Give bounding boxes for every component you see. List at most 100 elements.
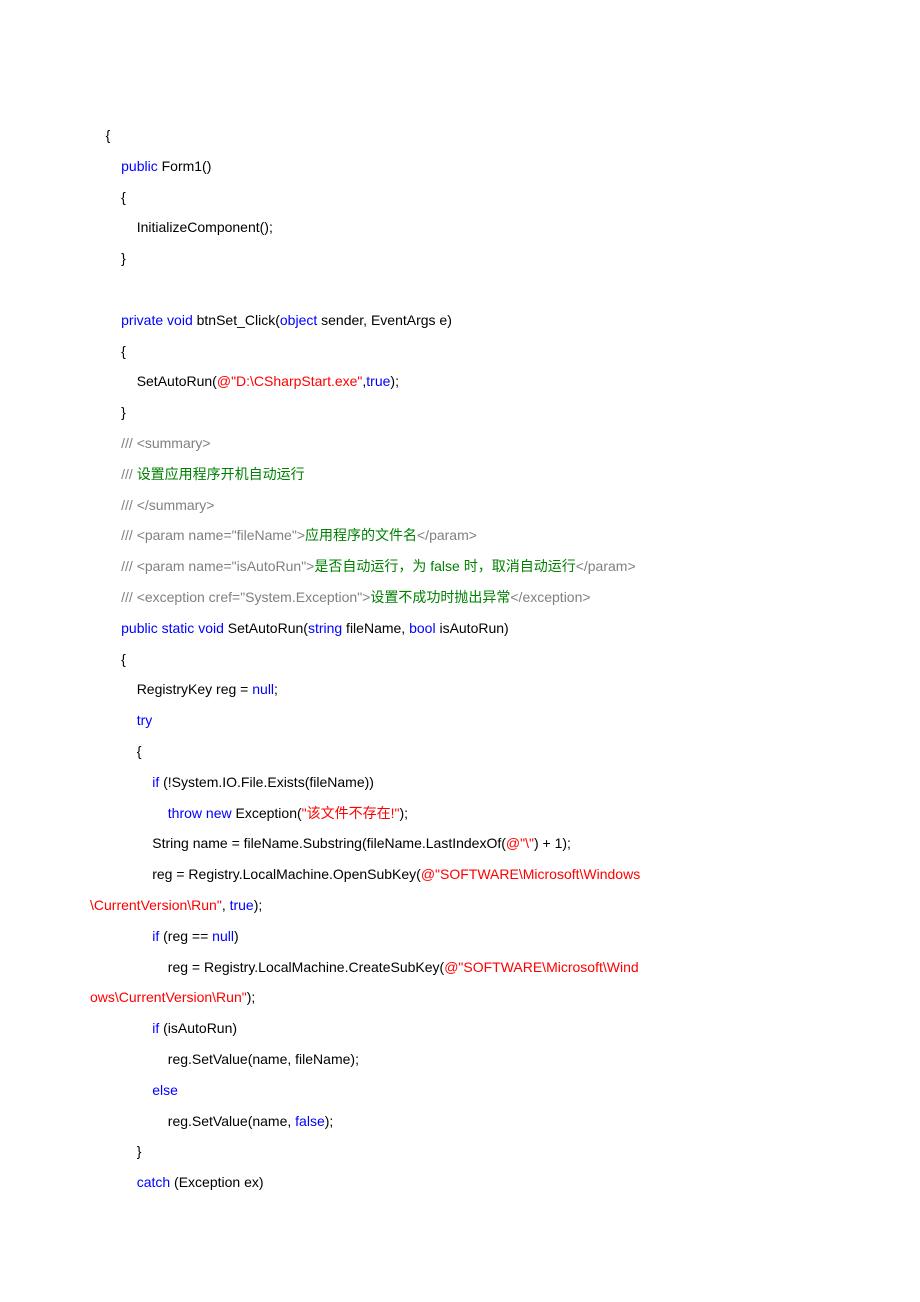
code-token: <param name="fileName"> bbox=[137, 527, 305, 543]
code-token: ) bbox=[234, 928, 239, 944]
code-token: void bbox=[198, 620, 224, 636]
code-token: else bbox=[152, 1082, 178, 1098]
code-token: /// bbox=[121, 435, 137, 451]
code-block: { public Form1() { InitializeComponent()… bbox=[90, 120, 830, 1198]
code-token: /// bbox=[121, 558, 137, 574]
code-token: <exception cref="System.Exception"> bbox=[137, 589, 371, 605]
code-token: </exception> bbox=[510, 589, 590, 605]
code-token: } bbox=[121, 250, 126, 266]
code-token: ) + 1); bbox=[534, 835, 571, 851]
code-line bbox=[90, 274, 830, 305]
code-token: public bbox=[121, 620, 158, 636]
code-token: { bbox=[121, 651, 126, 667]
code-token: RegistryKey reg = bbox=[137, 681, 253, 697]
code-token: \CurrentVersion\Run" bbox=[90, 897, 222, 913]
code-token: /// bbox=[121, 527, 137, 543]
code-token: </param> bbox=[417, 527, 477, 543]
code-token: reg.SetValue(name, fileName); bbox=[168, 1051, 359, 1067]
code-line: if (!System.IO.File.Exists(fileName)) bbox=[90, 767, 830, 798]
code-token: new bbox=[206, 805, 232, 821]
code-token: reg = Registry.LocalMachine.OpenSubKey( bbox=[152, 866, 421, 882]
code-token: static bbox=[162, 620, 195, 636]
code-token: private bbox=[121, 312, 163, 328]
code-line: } bbox=[90, 397, 830, 428]
code-token: SetAutoRun( bbox=[224, 620, 308, 636]
code-line: /// </summary> bbox=[90, 490, 830, 521]
code-token: true bbox=[366, 373, 390, 389]
code-token: string bbox=[308, 620, 342, 636]
code-line: public Form1() bbox=[90, 151, 830, 182]
code-token: btnSet_Click( bbox=[193, 312, 280, 328]
code-token: ); bbox=[247, 989, 256, 1005]
code-token: @"SOFTWARE\Microsoft\Wind bbox=[444, 959, 638, 975]
code-line: ows\CurrentVersion\Run"); bbox=[90, 982, 830, 1013]
code-line: throw new Exception("该文件不存在!"); bbox=[90, 798, 830, 829]
code-token: ); bbox=[390, 373, 399, 389]
code-token: { bbox=[106, 127, 111, 143]
code-token: { bbox=[137, 743, 142, 759]
code-token: 设置不成功时抛出异常 bbox=[370, 589, 510, 605]
code-line: reg.SetValue(name, false); bbox=[90, 1106, 830, 1137]
code-token: void bbox=[167, 312, 193, 328]
code-line: { bbox=[90, 736, 830, 767]
code-token: "该文件不存在!" bbox=[302, 805, 400, 821]
code-token: bool bbox=[409, 620, 435, 636]
code-line: { bbox=[90, 644, 830, 675]
code-token: <param name="isAutoRun"> bbox=[137, 558, 315, 574]
code-token: /// bbox=[121, 589, 137, 605]
code-token: , bbox=[222, 897, 230, 913]
code-token: (!System.IO.File.Exists(fileName)) bbox=[159, 774, 374, 790]
code-line: if (reg == null) bbox=[90, 921, 830, 952]
code-line: { bbox=[90, 182, 830, 213]
code-line: /// 设置应用程序开机自动运行 bbox=[90, 459, 830, 490]
code-token: reg.SetValue(name, bbox=[168, 1113, 295, 1129]
code-line: try bbox=[90, 705, 830, 736]
code-token: throw bbox=[168, 805, 202, 821]
code-token: } bbox=[137, 1143, 142, 1159]
code-token: ows\CurrentVersion\Run" bbox=[90, 989, 247, 1005]
code-line: { bbox=[90, 120, 830, 151]
code-line: { bbox=[90, 336, 830, 367]
code-token: 时，取消自动运行 bbox=[464, 558, 576, 574]
code-token: object bbox=[280, 312, 317, 328]
code-line: InitializeComponent(); bbox=[90, 212, 830, 243]
code-token: null bbox=[252, 681, 274, 697]
code-line: /// <param name="fileName">应用程序的文件名</par… bbox=[90, 520, 830, 551]
code-token: SetAutoRun( bbox=[137, 373, 217, 389]
code-token: (reg == bbox=[159, 928, 212, 944]
code-token: @"SOFTWARE\Microsoft\Windows bbox=[421, 866, 640, 882]
code-token: @"D:\CSharpStart.exe" bbox=[217, 373, 363, 389]
code-token: @"\" bbox=[506, 835, 534, 851]
code-token: 应用程序的文件名 bbox=[305, 527, 417, 543]
code-line: /// <param name="isAutoRun">是否自动运行，为 fal… bbox=[90, 551, 830, 582]
code-document: { public Form1() { InitializeComponent()… bbox=[0, 0, 920, 1302]
code-line: reg = Registry.LocalMachine.CreateSubKey… bbox=[90, 952, 830, 983]
code-line: else bbox=[90, 1075, 830, 1106]
code-line: /// <summary> bbox=[90, 428, 830, 459]
code-token: { bbox=[121, 343, 126, 359]
code-line: catch (Exception ex) bbox=[90, 1167, 830, 1198]
code-token: InitializeComponent(); bbox=[137, 219, 273, 235]
code-token: true bbox=[230, 897, 254, 913]
code-token: { bbox=[121, 189, 126, 205]
code-token: </summary> bbox=[137, 497, 215, 513]
code-token: ); bbox=[400, 805, 409, 821]
code-token: ; bbox=[274, 681, 278, 697]
code-line: if (isAutoRun) bbox=[90, 1013, 830, 1044]
code-token: </param> bbox=[576, 558, 636, 574]
code-token: false bbox=[430, 558, 463, 574]
code-line: \CurrentVersion\Run", true); bbox=[90, 890, 830, 921]
code-line: reg.SetValue(name, fileName); bbox=[90, 1044, 830, 1075]
code-token: null bbox=[212, 928, 234, 944]
code-token: catch bbox=[137, 1174, 170, 1190]
code-token: } bbox=[121, 404, 126, 420]
code-token: ); bbox=[254, 897, 263, 913]
code-line: } bbox=[90, 243, 830, 274]
code-token: <summary> bbox=[137, 435, 211, 451]
code-line: /// <exception cref="System.Exception">设… bbox=[90, 582, 830, 613]
code-line: public static void SetAutoRun(string fil… bbox=[90, 613, 830, 644]
code-token: (Exception ex) bbox=[170, 1174, 263, 1190]
code-token: Exception( bbox=[232, 805, 302, 821]
code-line: } bbox=[90, 1136, 830, 1167]
code-token: sender, EventArgs e) bbox=[317, 312, 452, 328]
